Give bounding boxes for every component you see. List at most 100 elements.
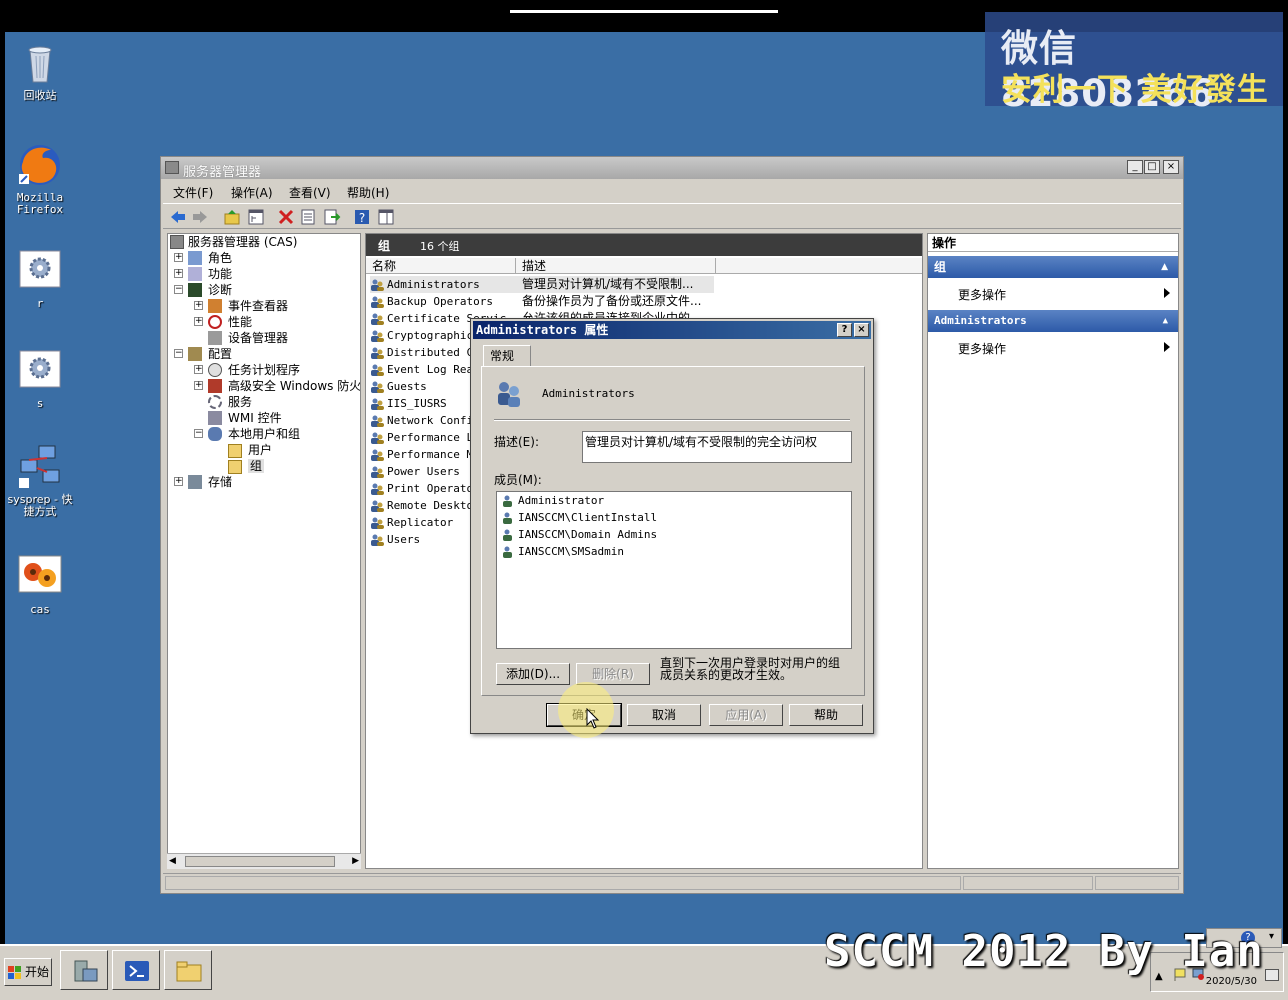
tree-item-storage[interactable]: + 存储	[174, 474, 232, 490]
help-button[interactable]: 帮助	[789, 704, 863, 726]
chevron-down-icon[interactable]: ▾	[1269, 931, 1274, 942]
table-row[interactable]: Distributed CO	[370, 344, 480, 361]
actions-section-administrators[interactable]: Administrators ▲	[928, 310, 1178, 332]
more-actions-groups[interactable]: 更多操作	[958, 286, 1006, 303]
table-row[interactable]: IIS_IUSRS	[370, 395, 447, 412]
delete-icon[interactable]	[277, 208, 295, 226]
tree-item-groups[interactable]: 组	[214, 458, 265, 474]
desktop-icon-sysprep[interactable]: sysprep - 快捷方式	[5, 444, 75, 518]
desktop-icon-recycle-bin[interactable]: 回收站	[5, 40, 75, 102]
apply-button[interactable]: 应用(A)	[709, 704, 783, 726]
clock[interactable]: 2020/5/30	[1206, 976, 1257, 987]
column-headers: 名称 描述	[366, 258, 922, 274]
expand-icon[interactable]: +	[194, 301, 203, 310]
tree-item-firewall[interactable]: + 高级安全 Windows 防火墙	[194, 378, 360, 394]
menu-file[interactable]: 文件(F)	[173, 184, 213, 201]
more-actions-administrators[interactable]: 更多操作	[958, 340, 1006, 357]
start-button[interactable]: 开始	[4, 958, 52, 986]
menu-view[interactable]: 查看(V)	[289, 184, 331, 201]
table-row[interactable]: Cryptographic	[370, 327, 473, 344]
scroll-left-icon[interactable]: ◀	[169, 856, 176, 866]
column-header-description[interactable]: 描述	[516, 258, 716, 274]
tree-item-configuration[interactable]: − 配置	[174, 346, 232, 362]
minimize-button[interactable]: _	[1127, 160, 1143, 174]
window-title-bar[interactable]: 服务器管理器 _ □ ×	[161, 157, 1183, 180]
collapse-up-icon[interactable]: ▲	[1161, 256, 1168, 278]
table-row[interactable]: Performance Mo	[370, 446, 480, 463]
expand-icon[interactable]: +	[174, 477, 183, 486]
tree-item-diagnostics[interactable]: − 诊断	[174, 282, 232, 298]
export-list-icon[interactable]	[323, 208, 341, 226]
show-hide-tree-icon[interactable]	[247, 208, 265, 226]
tree-root[interactable]: 服务器管理器 (CAS)	[170, 234, 297, 250]
tree-item-device-manager[interactable]: 设备管理器	[194, 330, 288, 346]
tree-item-users[interactable]: 用户	[214, 442, 272, 458]
description-input[interactable]: 管理员对计算机/域有不受限制的完全访问权	[582, 431, 852, 463]
taskbar-powershell[interactable]	[112, 950, 160, 990]
desktop-icon-cas[interactable]: cas	[5, 554, 75, 616]
maximize-button[interactable]: □	[1144, 160, 1160, 174]
close-button[interactable]: ×	[1163, 160, 1179, 174]
table-row[interactable]: Replicator	[370, 514, 453, 531]
scrollbar-thumb[interactable]	[185, 856, 335, 867]
tree-item-task-scheduler[interactable]: + 任务计划程序	[194, 362, 300, 378]
show-action-pane-icon[interactable]	[377, 208, 395, 226]
properties-icon[interactable]	[299, 208, 317, 226]
collapse-icon[interactable]: −	[194, 429, 203, 438]
expand-icon[interactable]: +	[194, 381, 203, 390]
features-icon	[188, 267, 202, 281]
expand-icon[interactable]: +	[174, 253, 183, 262]
groups-header: 组 16 个组	[366, 234, 922, 256]
taskbar-explorer[interactable]	[164, 950, 212, 990]
show-desktop-icon[interactable]	[1265, 969, 1279, 981]
menu-action[interactable]: 操作(A)	[231, 184, 273, 201]
tree-item-wmi[interactable]: WMI 控件	[194, 410, 282, 426]
expand-icon[interactable]: +	[194, 317, 203, 326]
expand-icon[interactable]: +	[194, 365, 203, 374]
menu-help[interactable]: 帮助(H)	[347, 184, 389, 201]
tree-horizontal-scrollbar[interactable]: ◀ ▶	[167, 853, 361, 869]
list-item[interactable]: IANSCCM\Domain Admins	[501, 526, 657, 543]
expand-icon[interactable]: +	[174, 269, 183, 278]
collapse-icon[interactable]: −	[174, 349, 183, 358]
up-folder-icon[interactable]	[223, 208, 241, 226]
table-row[interactable]: Backup Operators	[370, 293, 493, 310]
dialog-title-bar[interactable]: Administrators 属性 ? ×	[473, 321, 871, 339]
actions-section-groups[interactable]: 组 ▲	[928, 256, 1178, 278]
table-row[interactable]: Remote Desktop	[370, 497, 480, 514]
desktop-icon-s[interactable]: s	[5, 348, 75, 410]
back-arrow-icon[interactable]	[169, 208, 187, 226]
desktop-icon-firefox[interactable]: Mozilla Firefox	[5, 142, 75, 216]
table-row[interactable]: Users	[370, 531, 420, 548]
table-row[interactable]: Guests	[370, 378, 427, 395]
dialog-close-button[interactable]: ×	[854, 323, 869, 337]
tree-item-local-users-groups[interactable]: − 本地用户和组	[194, 426, 300, 442]
add-member-button[interactable]: 添加(D)...	[496, 663, 570, 685]
list-item[interactable]: IANSCCM\SMSadmin	[501, 543, 624, 560]
dialog-title: Administrators 属性	[476, 323, 609, 337]
tree-item-services[interactable]: 服务	[194, 394, 252, 410]
desktop-icon-r[interactable]: r	[5, 248, 75, 310]
list-item[interactable]: IANSCCM\ClientInstall	[501, 509, 657, 526]
collapse-up-icon[interactable]: ▲	[1163, 310, 1168, 332]
help-icon[interactable]: ?	[353, 208, 371, 226]
taskbar-server-manager[interactable]	[60, 950, 108, 990]
cancel-button[interactable]: 取消	[627, 704, 701, 726]
table-row[interactable]: Network Config	[370, 412, 480, 429]
table-row[interactable]: Performance Lo	[370, 429, 480, 446]
table-row[interactable]: Event Log Read	[370, 361, 480, 378]
tab-general[interactable]: 常规	[483, 345, 531, 367]
dialog-help-button[interactable]: ?	[837, 323, 852, 337]
forward-arrow-icon[interactable]	[191, 208, 209, 226]
column-header-name[interactable]: 名称	[366, 258, 516, 274]
tree-item-performance[interactable]: + 性能	[194, 314, 252, 330]
tree-item-event-viewer[interactable]: + 事件查看器	[194, 298, 288, 314]
tree-item-features[interactable]: + 功能	[174, 266, 232, 282]
table-row[interactable]: Power Users	[370, 463, 460, 480]
collapse-icon[interactable]: −	[174, 285, 183, 294]
scroll-right-icon[interactable]: ▶	[352, 856, 359, 866]
tree-item-roles[interactable]: + 角色	[174, 250, 232, 266]
list-item[interactable]: Administrator	[501, 492, 604, 509]
members-list[interactable]: Administrator IANSCCM\ClientInstall IANSCC…	[496, 491, 852, 649]
table-row[interactable]: Print Operator	[370, 480, 480, 497]
